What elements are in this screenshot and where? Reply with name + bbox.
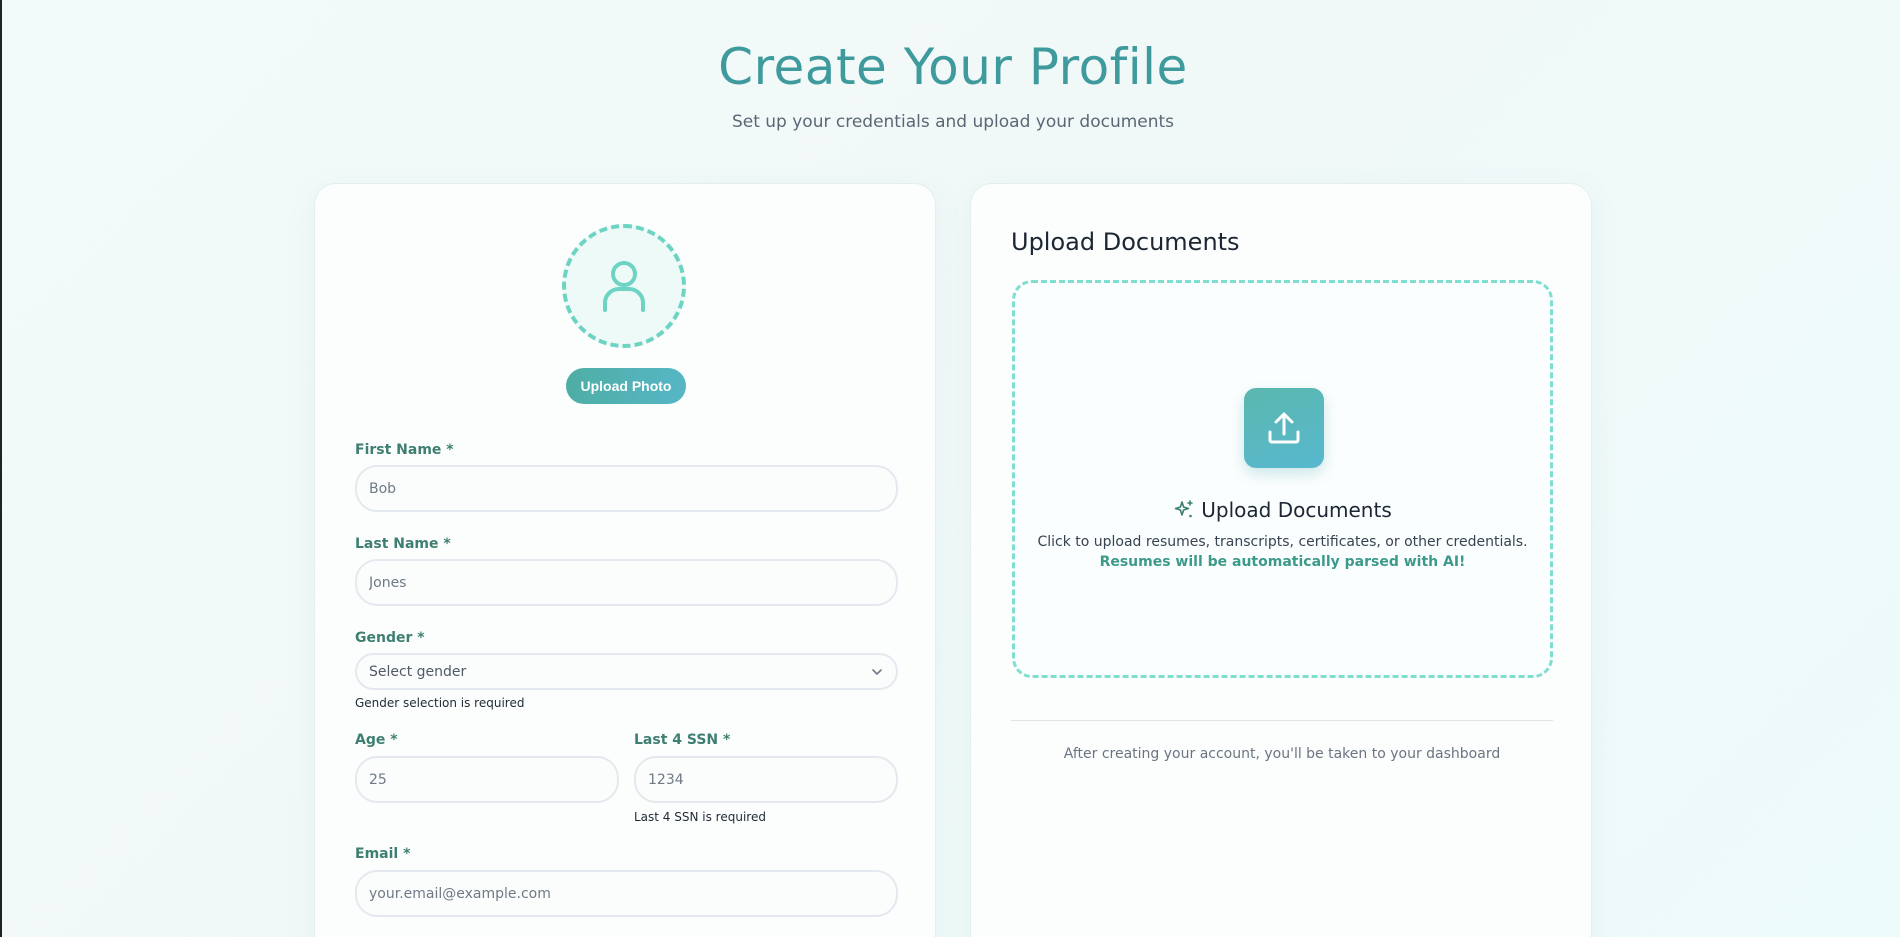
document-dropzone[interactable]: Upload Documents Click to upload resumes…: [1012, 280, 1553, 678]
user-icon: [603, 261, 645, 312]
upload-icon: [1268, 412, 1300, 444]
age-label: Age *: [355, 732, 398, 748]
chevron-down-icon: [872, 668, 882, 675]
window-edge: [0, 0, 2, 937]
age-input[interactable]: [355, 756, 619, 803]
gender-label: Gender *: [355, 630, 425, 646]
dropzone-title: Upload Documents: [1201, 498, 1392, 522]
first-name-input[interactable]: [355, 465, 898, 512]
sparkles-icon: [1174, 500, 1194, 518]
documents-section-title: Upload Documents: [1011, 228, 1240, 256]
dropzone-ai-note: Resumes will be automatically parsed wit…: [1099, 554, 1466, 570]
last-name-label: Last Name *: [355, 536, 451, 552]
avatar-placeholder[interactable]: [562, 224, 686, 348]
upload-photo-button[interactable]: Upload Photo: [566, 368, 686, 404]
upload-icon-tile: [1244, 388, 1324, 468]
email-input[interactable]: [355, 870, 898, 917]
ssn-error: Last 4 SSN is required: [634, 810, 766, 824]
email-label: Email *: [355, 846, 411, 862]
divider: [1011, 720, 1553, 721]
ssn-label: Last 4 SSN *: [634, 732, 731, 748]
dropzone-description: Click to upload resumes, transcripts, ce…: [1037, 534, 1528, 550]
page-title: Create Your Profile: [718, 38, 1188, 96]
gender-select[interactable]: Select gender: [355, 653, 898, 690]
ssn-input[interactable]: [634, 756, 898, 803]
gender-select-value: Select gender: [369, 663, 467, 680]
last-name-input[interactable]: [355, 559, 898, 606]
first-name-label: First Name *: [355, 442, 454, 458]
gender-error: Gender selection is required: [355, 696, 525, 710]
footer-note: After creating your account, you'll be t…: [1063, 746, 1501, 762]
profile-form-card: Upload Photo First Name * Last Name * Ge…: [314, 183, 936, 937]
documents-card: Upload Documents Upload Documents Click …: [970, 183, 1592, 937]
page-subtitle: Set up your credentials and upload your …: [731, 112, 1175, 132]
dropzone-title-row: Upload Documents: [1015, 498, 1550, 522]
